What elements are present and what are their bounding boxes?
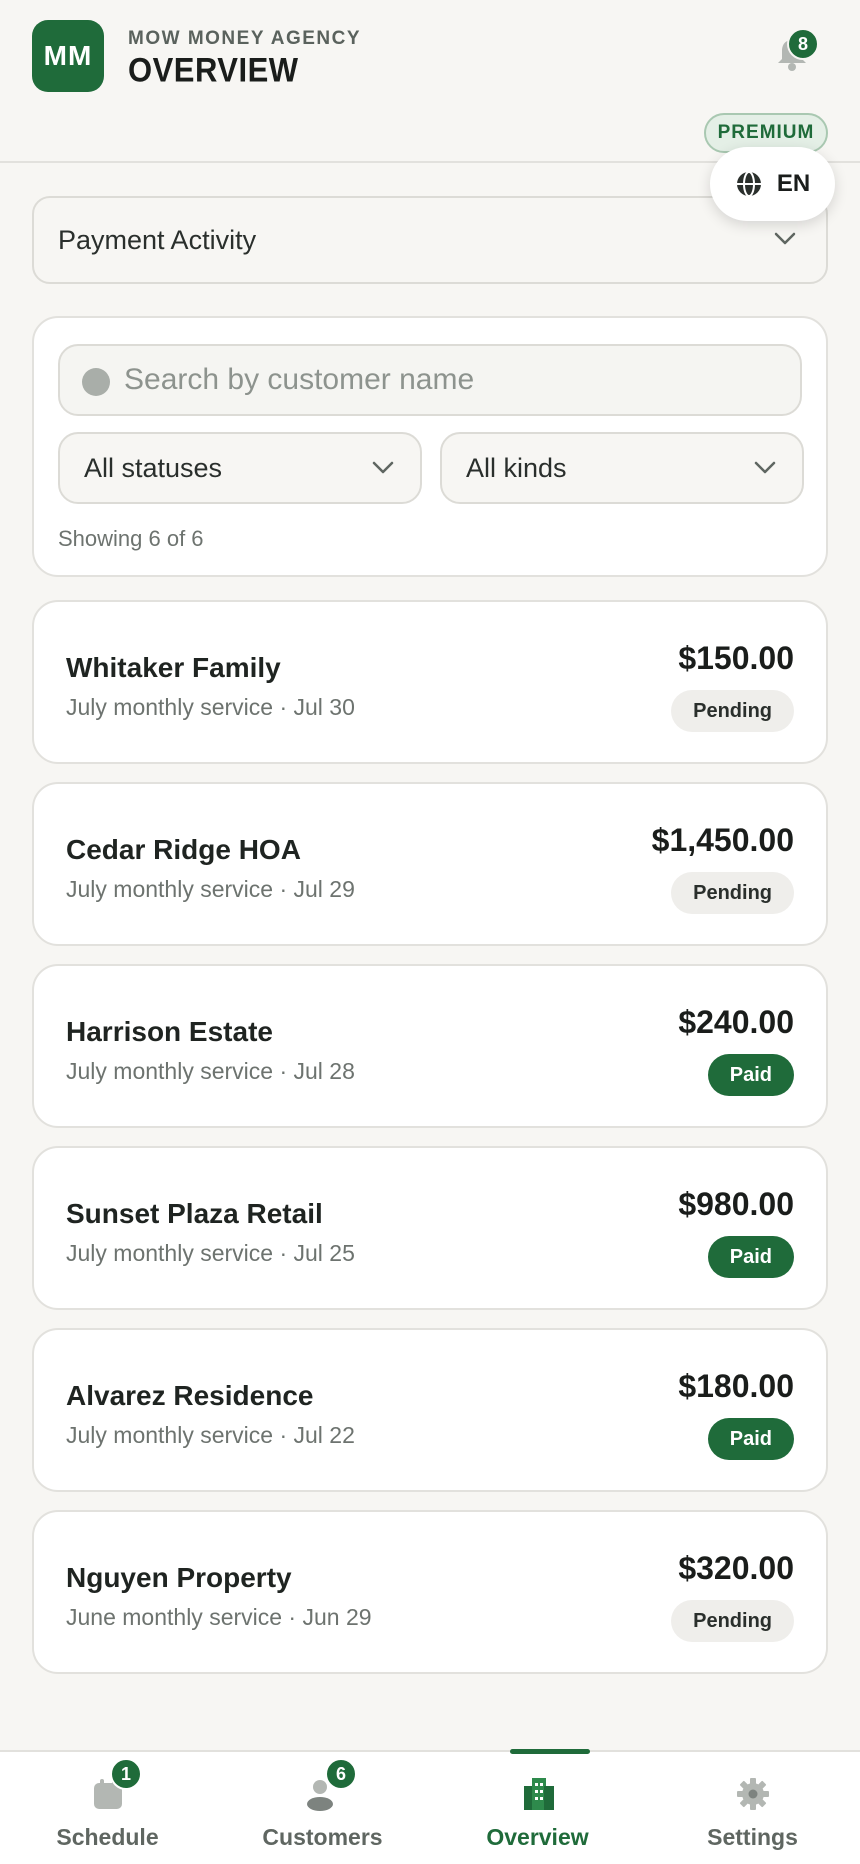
status-badge: Pending	[671, 690, 794, 732]
payment-amount: $150.00	[678, 640, 794, 676]
customer-name: Alvarez Residence	[66, 1380, 314, 1411]
status-badge: Pending	[671, 872, 794, 914]
section-select-value: Payment Activity	[58, 224, 257, 255]
payment-amount: $1,450.00	[651, 822, 794, 858]
agency-logo: MM	[32, 20, 104, 92]
status-badge: Paid	[707, 1236, 794, 1278]
customers-count-badge: 6	[325, 1758, 357, 1790]
gear-icon	[736, 1778, 769, 1810]
customer-name: Sunset Plaza Retail	[66, 1198, 323, 1229]
kind-filter-value: All kinds	[466, 452, 567, 483]
payment-detail: July monthly service · Jul 25	[66, 1240, 355, 1266]
app-header: MM MOW MONEY AGENCY OVERVIEW 8 PREMIUM	[0, 0, 860, 163]
section-select[interactable]: Payment Activity	[32, 196, 828, 284]
payment-detail: July monthly service · Jul 22	[66, 1422, 355, 1448]
notifications-count-badge: 8	[787, 28, 819, 60]
payment-card[interactable]: Sunset Plaza Retail July monthly service…	[32, 1146, 828, 1310]
customer-name: Whitaker Family	[66, 652, 281, 683]
app-screen: MM MOW MONEY AGENCY OVERVIEW 8 PREMIUM E…	[0, 0, 860, 1864]
status-filter-value: All statuses	[84, 452, 223, 483]
status-badge: Pending	[671, 1600, 794, 1642]
kind-filter-select[interactable]: All kinds	[440, 432, 804, 504]
schedule-count-badge: 1	[110, 1758, 142, 1790]
nav-item-schedule[interactable]: Schedule 1	[0, 1752, 215, 1864]
nav-item-overview[interactable]: Overview	[430, 1749, 645, 1864]
payment-card[interactable]: Whitaker Family July monthly service · J…	[32, 600, 828, 764]
globe-icon	[736, 171, 761, 197]
nav-item-settings[interactable]: Settings	[645, 1752, 860, 1864]
language-label: EN	[776, 170, 811, 197]
payment-card[interactable]: Harrison Estate July monthly service · J…	[32, 964, 828, 1128]
payment-detail: July monthly service · Jul 28	[66, 1058, 355, 1084]
chevron-down-icon	[754, 461, 776, 474]
payment-card[interactable]: Alvarez Residence July monthly service ·…	[32, 1328, 828, 1492]
payment-amount: $320.00	[678, 1550, 794, 1586]
payment-card[interactable]: Cedar Ridge HOA July monthly service · J…	[32, 782, 828, 946]
active-tab-indicator	[510, 1749, 590, 1754]
payment-list: Whitaker Family July monthly service · J…	[32, 600, 828, 1692]
status-badge: Paid	[707, 1418, 794, 1460]
language-switcher[interactable]: EN	[710, 147, 835, 221]
search-box[interactable]	[58, 344, 802, 416]
results-count: Showing 6 of 6	[58, 526, 204, 551]
search-input[interactable]	[124, 346, 784, 414]
payment-detail: June monthly service · Jun 29	[66, 1604, 372, 1630]
status-badge: Paid	[707, 1054, 794, 1096]
customer-name: Harrison Estate	[66, 1016, 273, 1047]
payment-detail: July monthly service · Jul 29	[66, 876, 355, 902]
nav-label: Overview	[486, 1824, 589, 1850]
filter-card: All statuses All kinds Showing 6 of 6	[32, 316, 828, 577]
agency-name: MOW MONEY AGENCY	[128, 28, 362, 49]
search-icon	[82, 368, 110, 396]
payment-amount: $180.00	[678, 1368, 794, 1404]
chevron-down-icon	[372, 461, 394, 474]
building-icon	[523, 1778, 554, 1810]
customer-name: Nguyen Property	[66, 1562, 292, 1593]
payment-amount: $240.00	[678, 1004, 794, 1040]
nav-label: Settings	[707, 1824, 798, 1850]
payment-card[interactable]: Nguyen Property June monthly service · J…	[32, 1510, 828, 1674]
chevron-down-icon	[774, 232, 796, 245]
page-title: OVERVIEW	[128, 50, 299, 90]
nav-item-customers[interactable]: Customers 6	[215, 1752, 430, 1864]
nav-label: Schedule	[56, 1824, 159, 1850]
status-filter-select[interactable]: All statuses	[58, 432, 422, 504]
nav-label: Customers	[262, 1824, 383, 1850]
customer-name: Cedar Ridge HOA	[66, 834, 301, 865]
payment-detail: July monthly service · Jul 30	[66, 694, 355, 720]
payment-amount: $980.00	[678, 1186, 794, 1222]
bottom-nav: Schedule 1 Customers 6 Overview Settings	[0, 1749, 860, 1864]
